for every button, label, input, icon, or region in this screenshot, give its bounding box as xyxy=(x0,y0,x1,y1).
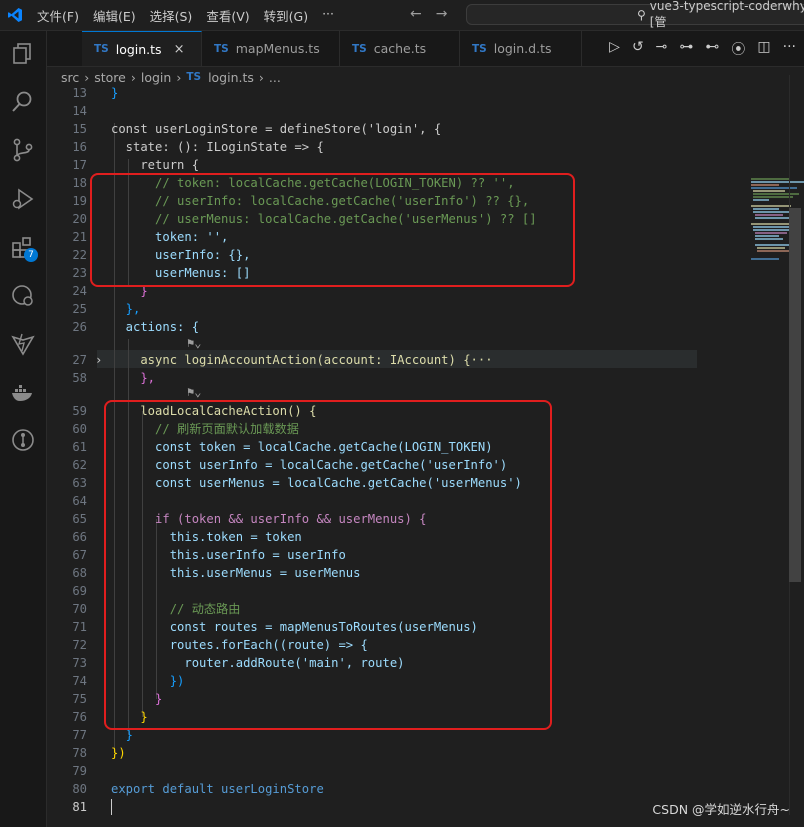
code-line: 26 actions: { xyxy=(72,320,200,334)
tab-label: login.ts xyxy=(115,41,162,57)
command-center-search[interactable]: ⚲ vue3-typescript-coderwhy [管 xyxy=(466,0,804,29)
menu-view[interactable]: 查看(V) xyxy=(199,6,256,25)
explorer-icon[interactable] xyxy=(10,41,36,67)
code-text: actions: { xyxy=(111,320,200,334)
activity-bar: 7 xyxy=(0,31,47,827)
code-text: state: (): ILoginState => { xyxy=(111,140,324,154)
back-arrow-icon[interactable]: ← xyxy=(410,6,422,22)
search-icon: ⚲ xyxy=(637,7,646,22)
commit-icon[interactable]: ⊶ xyxy=(679,39,693,59)
chevron-right-icon: › xyxy=(130,69,136,85)
editor-scrollbar[interactable] xyxy=(789,208,801,582)
chevron-right-icon: › xyxy=(84,69,90,85)
chevron-right-icon: › xyxy=(176,69,182,85)
menu-more[interactable]: ··· xyxy=(315,6,341,25)
typescript-file-icon: TS xyxy=(472,42,487,55)
code-text: }, xyxy=(111,302,141,316)
typescript-file-icon: TS xyxy=(186,71,202,83)
forward-arrow-icon[interactable]: → xyxy=(436,6,448,22)
code-line: 81 xyxy=(47,798,697,816)
breadcrumb-login[interactable]: login xyxy=(141,70,171,85)
menu-selection[interactable]: 选择(S) xyxy=(143,6,200,25)
menu-file[interactable]: 文件(F) xyxy=(30,6,86,25)
codelens-vite-icon[interactable]: ⚑⌄ xyxy=(187,336,201,352)
split-editor-icon[interactable]: ◫ xyxy=(757,39,770,59)
typescript-file-icon: TS xyxy=(214,42,229,55)
code-line: 25 }, xyxy=(72,302,141,316)
code-line: 14 xyxy=(72,104,87,118)
run-icon[interactable]: ▷ xyxy=(609,39,620,59)
menu-edit[interactable]: 编辑(E) xyxy=(86,6,143,25)
tab-login-d-ts[interactable]: TS login.d.ts xyxy=(460,31,582,66)
tab-label: mapMenus.ts xyxy=(235,41,320,56)
tab-cache-ts[interactable]: TS cache.ts xyxy=(340,31,460,66)
text-cursor xyxy=(111,799,112,815)
tab-login-ts[interactable]: TS login.ts × xyxy=(82,31,202,66)
more-actions-icon[interactable]: ··· xyxy=(783,39,796,59)
editor-tabs: TS login.ts × TS mapMenus.ts TS cache.ts… xyxy=(47,31,804,67)
highlight-box-state xyxy=(90,173,575,287)
search-text: vue3-typescript-coderwhy [管 xyxy=(649,0,804,29)
search-view-icon[interactable] xyxy=(10,89,36,115)
breadcrumb-more[interactable]: ... xyxy=(269,70,281,85)
code-line: 17 return { xyxy=(72,158,200,172)
typescript-file-icon: TS xyxy=(352,42,367,55)
gitlens-compare-icon[interactable]: ⦿ xyxy=(731,39,745,59)
gitlens-icon[interactable] xyxy=(10,427,36,453)
breadcrumb-store[interactable]: store xyxy=(94,70,126,85)
history-icon[interactable]: ↺ xyxy=(632,39,644,59)
extensions-icon[interactable]: 7 xyxy=(10,234,38,262)
code-text: async loginAccountAction(account: IAccou… xyxy=(111,353,493,367)
code-line: 58 }, xyxy=(72,371,156,385)
code-line: 80 export default userLoginStore xyxy=(72,782,324,796)
go-back-change-icon[interactable]: ⊸ xyxy=(656,39,668,59)
code-text: export default userLoginStore xyxy=(111,782,324,796)
breadcrumb-file[interactable]: login.ts xyxy=(208,70,254,85)
docker-icon[interactable] xyxy=(10,379,36,405)
typescript-file-icon: TS xyxy=(94,43,109,55)
code-line: 15 const userLoginStore = defineStore('lo… xyxy=(72,122,442,136)
codelens-vite-icon[interactable]: ⚑⌄ xyxy=(187,385,201,401)
breadcrumb-src[interactable]: src xyxy=(61,70,79,85)
menu-bar: 文件(F) 编辑(E) 选择(S) 查看(V) 转到(G) ··· xyxy=(30,6,341,25)
highlight-box-load-action xyxy=(104,400,552,730)
code-line: 13} xyxy=(72,86,119,100)
fold-chevron-icon[interactable]: › xyxy=(95,351,102,369)
code-text: }) xyxy=(111,746,126,760)
code-editor[interactable]: 13} 14 15 const userLoginStore = defineSt… xyxy=(47,75,804,827)
nav-arrows: ← → xyxy=(410,6,447,22)
tab-label: cache.ts xyxy=(373,41,427,56)
code-line: 78}) xyxy=(72,746,126,760)
code-text: return { xyxy=(111,158,200,172)
run-debug-icon[interactable] xyxy=(10,186,36,212)
code-line: 79 xyxy=(72,764,87,778)
menu-go[interactable]: 转到(G) xyxy=(257,6,315,25)
extensions-badge: 7 xyxy=(24,248,38,262)
code-text: }, xyxy=(111,371,156,385)
code-text: const userLoginStore = defineStore('logi… xyxy=(111,122,442,136)
close-icon[interactable]: × xyxy=(174,42,185,57)
code-line: 16 state: (): ILoginState => { xyxy=(72,140,324,154)
tab-label: login.d.ts xyxy=(493,41,552,56)
title-bar: 文件(F) 编辑(E) 选择(S) 查看(V) 转到(G) ··· ← → ⚲ … xyxy=(0,0,804,31)
go-forward-change-icon[interactable]: ⊷ xyxy=(705,39,719,59)
chevron-right-icon: › xyxy=(258,69,264,85)
source-control-icon[interactable] xyxy=(10,137,36,163)
tab-mapmenus-ts[interactable]: TS mapMenus.ts xyxy=(202,31,340,66)
vscode-logo-icon xyxy=(0,7,30,23)
code-line-folded[interactable]: 27 › async loginAccountAction(account: IA… xyxy=(47,351,697,369)
remote-explorer-icon[interactable] xyxy=(10,282,36,308)
editor-actions: ▷ ↺ ⊸ ⊶ ⊷ ⦿ ◫ ··· xyxy=(609,39,796,59)
vite-icon[interactable] xyxy=(10,331,36,357)
watermark: CSDN @学如逆水行舟~ xyxy=(652,802,790,817)
